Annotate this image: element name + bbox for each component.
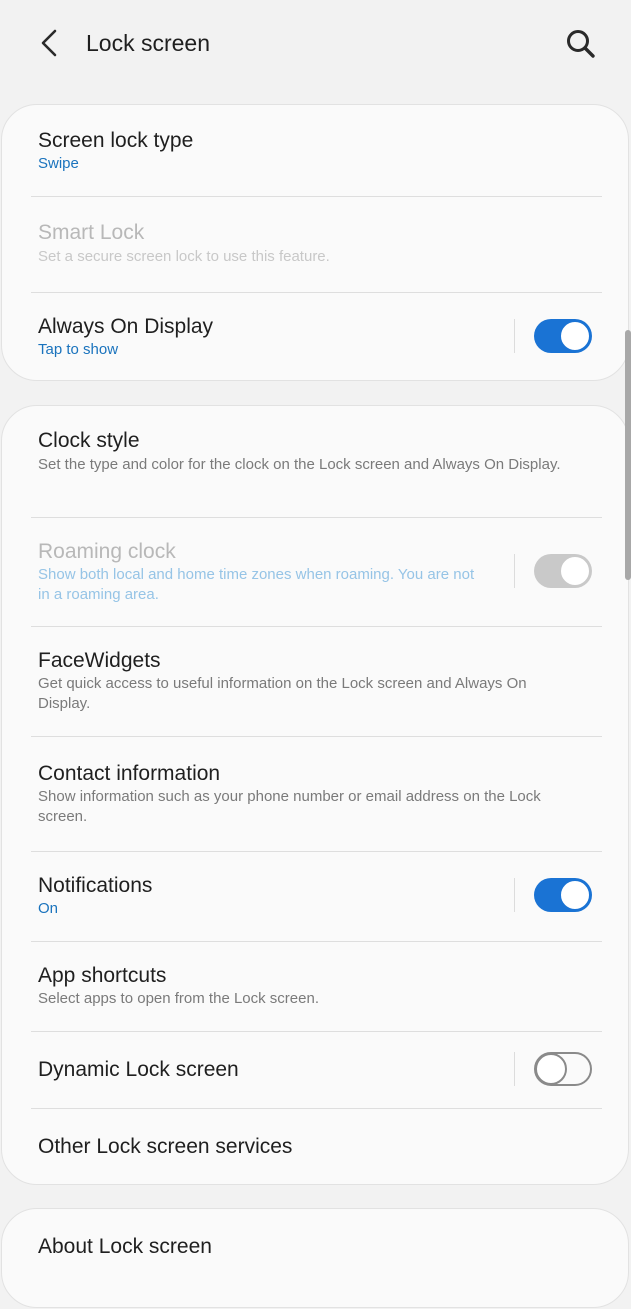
- back-button[interactable]: [30, 24, 68, 62]
- facewidgets-subtitle: Get quick access to useful information o…: [38, 675, 527, 712]
- search-button[interactable]: [560, 24, 602, 64]
- vertical-separator: [514, 554, 515, 588]
- clock-style-title: Clock style: [38, 429, 140, 452]
- always-on-display-row[interactable]: Always On Display Tap to show: [2, 293, 628, 381]
- toggle-knob: [559, 879, 591, 911]
- toggle-knob: [559, 555, 591, 587]
- lock-screen-options-card: Clock style Set the type and color for t…: [1, 405, 629, 1185]
- app-shortcuts-title: App shortcuts: [38, 964, 167, 987]
- notifications-row[interactable]: Notifications On: [2, 852, 628, 941]
- smart-lock-row: Smart Lock Set a secure screen lock to u…: [2, 197, 628, 291]
- other-lock-screen-services-title: Other Lock screen services: [38, 1135, 293, 1158]
- always-on-display-toggle[interactable]: [534, 319, 592, 353]
- other-lock-screen-services-row[interactable]: Other Lock screen services: [2, 1109, 628, 1185]
- scrollbar[interactable]: [625, 330, 631, 580]
- search-icon: [567, 30, 595, 58]
- vertical-separator: [514, 878, 515, 912]
- security-settings-card: Screen lock type Swipe Smart Lock Set a …: [1, 104, 629, 381]
- facewidgets-row[interactable]: FaceWidgets Get quick access to useful i…: [2, 627, 628, 736]
- notifications-title: Notifications: [38, 874, 153, 897]
- notifications-value: On: [38, 900, 59, 917]
- contact-information-title: Contact information: [38, 762, 221, 785]
- screen-lock-type-value: Swipe: [38, 155, 79, 172]
- clock-style-subtitle: Set the type and color for the clock on …: [38, 456, 561, 473]
- app-shortcuts-subtitle: Select apps to open from the Lock screen…: [38, 990, 319, 1007]
- always-on-display-title: Always On Display: [38, 315, 214, 338]
- notifications-toggle[interactable]: [534, 878, 592, 912]
- always-on-display-value: Tap to show: [38, 341, 119, 358]
- contact-information-row[interactable]: Contact information Show information suc…: [2, 737, 628, 851]
- about-card: About Lock screen: [1, 1208, 629, 1308]
- vertical-separator: [514, 319, 515, 353]
- back-arrow-icon: [41, 29, 57, 57]
- contact-information-subtitle: Show information such as your phone numb…: [38, 788, 541, 825]
- app-bar: Lock screen: [0, 0, 631, 90]
- vertical-separator: [514, 1052, 515, 1086]
- about-lock-screen-row[interactable]: About Lock screen: [2, 1209, 628, 1309]
- roaming-clock-toggle: [534, 554, 592, 588]
- dynamic-lock-screen-title: Dynamic Lock screen: [38, 1058, 239, 1081]
- app-shortcuts-row[interactable]: App shortcuts Select apps to open from t…: [2, 942, 628, 1031]
- toggle-knob: [559, 320, 591, 352]
- clock-style-row[interactable]: Clock style Set the type and color for t…: [2, 406, 628, 517]
- dynamic-lock-screen-toggle[interactable]: [534, 1052, 592, 1086]
- roaming-clock-title: Roaming clock: [38, 540, 176, 563]
- toggle-knob: [535, 1053, 567, 1085]
- smart-lock-title: Smart Lock: [38, 221, 145, 244]
- roaming-clock-subtitle: Show both local and home time zones when…: [38, 566, 475, 603]
- facewidgets-title: FaceWidgets: [38, 649, 161, 672]
- page-title: Lock screen: [86, 30, 211, 56]
- dynamic-lock-screen-row[interactable]: Dynamic Lock screen: [2, 1032, 628, 1108]
- about-lock-screen-title: About Lock screen: [38, 1235, 212, 1258]
- smart-lock-subtitle: Set a secure screen lock to use this fea…: [38, 248, 330, 265]
- screen-lock-type-title: Screen lock type: [38, 129, 194, 152]
- roaming-clock-row: Roaming clock Show both local and home t…: [2, 518, 628, 626]
- screen-lock-type-row[interactable]: Screen lock type Swipe: [2, 105, 628, 196]
